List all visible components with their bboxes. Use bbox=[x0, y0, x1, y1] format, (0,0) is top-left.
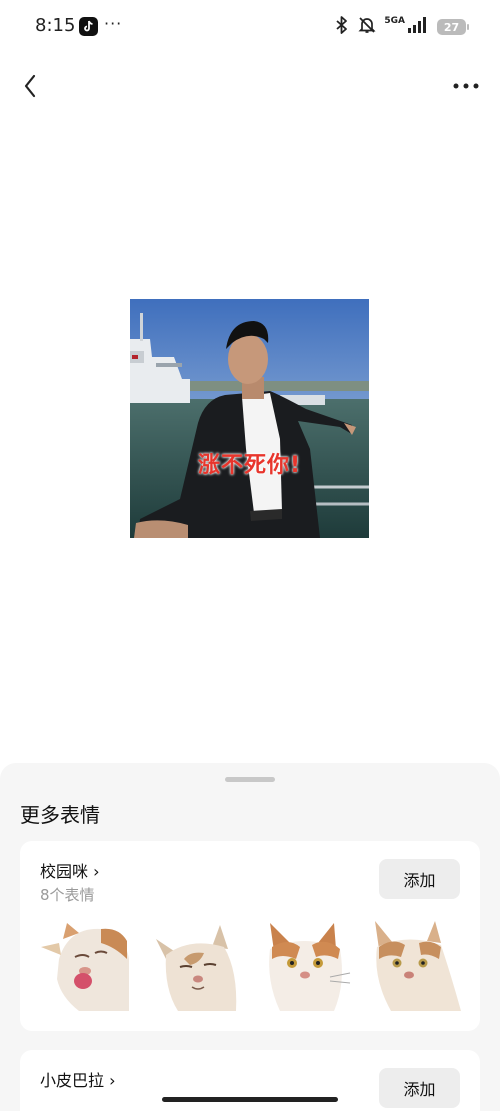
status-icons: 5GA 27 bbox=[334, 16, 469, 38]
tiktok-icon bbox=[79, 17, 98, 36]
top-nav bbox=[0, 62, 500, 106]
pack-count: 8个表情 bbox=[40, 886, 95, 904]
drag-handle[interactable] bbox=[225, 777, 275, 782]
cat-sticker-thumbnail[interactable] bbox=[371, 919, 463, 1011]
sticker-image bbox=[130, 299, 369, 538]
network-label: 5GA bbox=[384, 16, 405, 26]
sticker-preview[interactable]: 涨不死你! bbox=[130, 299, 369, 538]
cat-sticker-thumbnail[interactable] bbox=[260, 919, 352, 1011]
cat-sticker-thumbnail[interactable] bbox=[39, 919, 131, 1011]
add-button[interactable]: 添加 bbox=[379, 1068, 460, 1108]
battery-icon: 27 bbox=[437, 19, 469, 35]
sticker-thumbnails bbox=[39, 919, 463, 1011]
sticker-caption: 涨不死你! bbox=[197, 453, 302, 478]
more-stickers-sheet: 更多表情 校园咪 › 8个表情 添加 小皮巴拉 › 添加 bbox=[0, 763, 500, 1111]
pack-name[interactable]: 小皮巴拉 › bbox=[40, 1067, 116, 1091]
mute-icon bbox=[358, 16, 376, 38]
back-icon[interactable] bbox=[14, 66, 50, 102]
bluetooth-icon bbox=[334, 16, 350, 38]
status-time: 8:15 bbox=[35, 15, 76, 36]
add-button[interactable]: 添加 bbox=[379, 859, 460, 899]
sheet-title: 更多表情 bbox=[20, 803, 100, 827]
status-more-dots: ··· bbox=[104, 14, 123, 33]
more-icon[interactable] bbox=[448, 66, 484, 102]
status-bar: 8:15 ··· 5GA 27 bbox=[0, 0, 500, 55]
pack-name[interactable]: 校园咪 › bbox=[40, 858, 100, 882]
home-indicator[interactable] bbox=[162, 1097, 338, 1102]
sticker-pack-card[interactable]: 校园咪 › 8个表情 添加 bbox=[20, 841, 480, 1031]
signal-icon bbox=[407, 17, 429, 37]
cat-sticker-thumbnail[interactable] bbox=[150, 919, 242, 1011]
